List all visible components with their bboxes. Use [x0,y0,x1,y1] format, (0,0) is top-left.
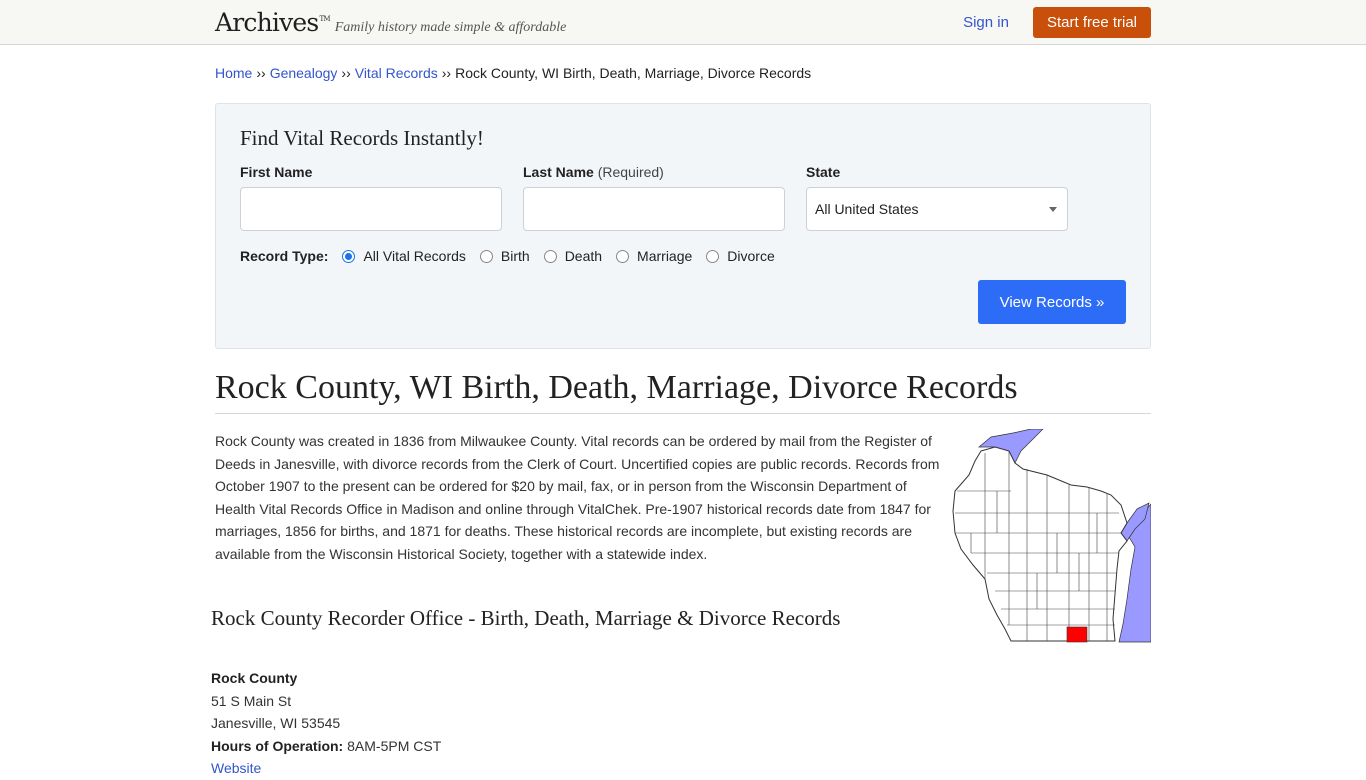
breadcrumb-vital-records[interactable]: Vital Records [355,65,438,81]
breadcrumb-genealogy[interactable]: Genealogy [270,65,338,81]
office-street: 51 S Main St [211,692,292,709]
radio-birth[interactable]: Birth [479,248,530,264]
wisconsin-county-map [952,429,1151,643]
first-name-label: First Name [240,164,313,180]
required-hint: (Required) [597,164,664,180]
state-select-value: All United States [815,201,919,217]
site-tagline: Family history made simple & affordable [334,19,567,35]
view-records-button[interactable]: View Records » [978,280,1126,324]
radio-all-vital-records[interactable]: All Vital Records [342,248,466,264]
trademark-mark: TM [319,15,330,24]
office-website-link[interactable]: Website [211,760,261,776]
office-city: Janesville, WI 53545 [211,715,341,731]
breadcrumb-separator: ›› [441,65,452,81]
last-name-input[interactable] [523,187,785,231]
office-hours: Hours of Operation: 8AM-5PM CST [211,735,441,758]
state-select[interactable]: All United States [806,187,1068,231]
top-navigation-bar: ArchivesTM Family history made simple & … [0,0,1366,45]
page-title: Rock County, WI Birth, Death, Marriage, … [215,369,1151,414]
breadcrumb-separator: ›› [256,65,266,81]
radio-button[interactable] [479,249,493,263]
radio-death[interactable]: Death [543,248,602,264]
sign-in-link[interactable]: Sign in [963,14,1009,31]
search-form-title: Find Vital Records Instantly! [240,126,484,150]
breadcrumb-current: Rock County, WI Birth, Death, Marriage, … [455,65,812,81]
radio-button[interactable] [706,249,720,263]
start-free-trial-button[interactable]: Start free trial [1032,6,1151,38]
radio-button[interactable] [543,249,557,263]
radio-marriage[interactable]: Marriage [616,248,692,264]
state-label: State [806,164,841,180]
wisconsin-outline [952,446,1128,642]
breadcrumb: Home ›› Genealogy ›› Vital Records ›› Rock Cou… [215,45,1151,103]
chevron-down-icon [1049,206,1057,212]
office-name: Rock County [211,670,298,686]
radio-divorce[interactable]: Divorce [706,248,775,264]
rock-county-highlight [1066,626,1088,643]
record-type-label: Record Type: [240,248,329,264]
radio-button[interactable] [342,249,356,263]
breadcrumb-home[interactable]: Home [215,65,252,81]
radio-button[interactable] [616,249,630,263]
hours-value: 8AM-5PM CST [347,737,442,754]
last-name-label: Last Name (Required) [523,164,664,180]
breadcrumb-separator: ›› [341,65,351,81]
hours-label: Hours of Operation: [211,737,344,754]
first-name-input[interactable] [240,187,502,231]
site-logo[interactable]: ArchivesTM [215,8,331,37]
recorder-office-section-title: Rock County Recorder Office - Birth, Dea… [211,606,841,630]
office-details: Rock County 51 S Main St Janesville, WI … [211,667,441,780]
search-form: Find Vital Records Instantly! First Name… [215,103,1151,349]
brand[interactable]: ArchivesTM Family history made simple & … [215,8,566,37]
record-type-group: Record Type: All Vital Records Birth Dea… [240,248,1126,264]
